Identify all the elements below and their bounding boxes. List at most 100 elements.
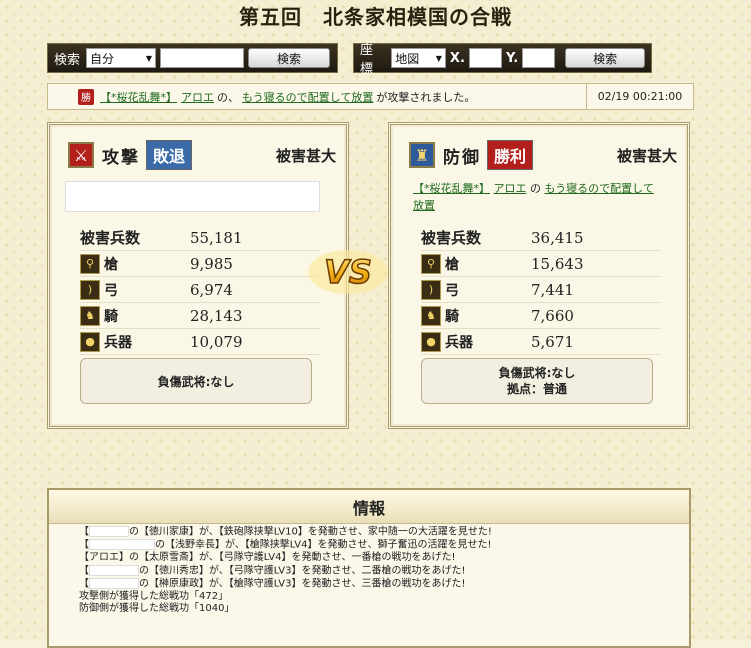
player-link[interactable]: アロエ xyxy=(181,89,214,105)
unit-name: 槍 xyxy=(104,256,118,273)
coordinate-bar: 座標 地図 ▼ X. Y. 検索 xyxy=(353,43,652,77)
page-title: 第五回 北条家相模国の合戦 xyxy=(239,5,512,29)
siege-icon: ● xyxy=(421,331,441,352)
injured-generals: 負傷武将:なし xyxy=(157,374,235,389)
attack-stats: 被害兵数 55,181 ⚲ 槍 9,985 ) 弓 6,974 ♞ 騎 28,1… xyxy=(80,225,320,355)
unit-row: ) 弓 6,974 xyxy=(80,277,320,303)
total-losses-row: 被害兵数 36,415 xyxy=(421,225,661,251)
map-select-value: 地図 xyxy=(395,51,420,66)
search-input[interactable] xyxy=(160,48,245,68)
total-losses-value: 36,415 xyxy=(531,228,584,247)
log-bracket: 【 xyxy=(79,565,89,576)
spear-icon: ⚲ xyxy=(421,253,441,274)
unit-value: 15,643 xyxy=(531,254,584,273)
horse-icon: ♞ xyxy=(80,305,100,326)
log-line: 【 の【浅野幸長】が、【槍隊挟撃LV4】を発動させ、獅子奮迅の活躍を見せた! xyxy=(79,539,689,552)
damage-level: 被害甚大 xyxy=(616,146,677,165)
total-losses-value: 55,181 xyxy=(190,228,243,247)
log-line: 【 の【徳川秀忠】が、【弓隊守護LV3】を発動させ、二番槍の戦功をあげた! xyxy=(79,564,689,578)
search-select-value: 自分 xyxy=(90,51,115,66)
unit-name: 弓 xyxy=(445,282,459,299)
alliance-link[interactable]: 【*桜花乱舞*】 xyxy=(413,182,490,195)
crossed-swords-icon: ⚔ xyxy=(68,142,94,168)
alliance-link[interactable]: 【*桜花乱舞*】 xyxy=(100,89,177,105)
search-button[interactable]: 検索 xyxy=(248,48,331,68)
log-line: 【 の【榊原康政】が、【槍隊守護LV3】を発動させ、三番槍の戦功をあげた! xyxy=(79,577,689,591)
search-select[interactable]: 自分 ▼ xyxy=(86,48,157,68)
unit-row: ● 兵器 10,079 xyxy=(80,329,320,355)
defender-names: 【*桜花乱舞*】 アロエ の もう寝るので配置して放置 xyxy=(413,180,663,214)
notice-text: の、 xyxy=(217,90,239,104)
damage-level: 被害甚大 xyxy=(275,146,336,165)
unit-row: ♞ 騎 28,143 xyxy=(80,303,320,329)
redacted-name xyxy=(89,539,155,550)
vs-badge: VS xyxy=(308,250,388,294)
log-line: 【 の【徳川家康】が、【鉄砲隊挟撃LV10】を発動させ、家中随一の大活躍を見せた! xyxy=(79,526,689,539)
unit-value: 6,974 xyxy=(190,280,233,299)
bow-icon: ) xyxy=(80,279,100,300)
player-link[interactable]: アロエ xyxy=(494,182,527,195)
chevron-down-icon: ▼ xyxy=(145,53,153,63)
unit-row: ♞ 騎 7,660 xyxy=(421,303,661,329)
siege-icon: ● xyxy=(80,331,100,352)
unit-name: 騎 xyxy=(104,308,118,325)
base-status: 拠点：普通 xyxy=(506,382,567,396)
defense-role: 防御 xyxy=(443,147,481,168)
coordinate-label: 座標 xyxy=(360,43,374,77)
y-input[interactable] xyxy=(522,48,556,68)
defense-panel: ♜ 防御 勝利 被害甚大 【*桜花乱舞*】 アロエ の もう寝るので配置して放置… xyxy=(388,122,690,429)
coordinate-search-button[interactable]: 検索 xyxy=(565,48,646,68)
log-line: 【アロエ】の【太原雪斎】が、【弓隊守護LV4】を発動させ、一番槍の戦功をあげた! xyxy=(79,552,456,563)
battle-notice: 勝 【*桜花乱舞*】 アロエ の、 もう寝るので配置して放置 が攻撃されました。… xyxy=(47,83,694,110)
y-label: Y. xyxy=(505,50,519,66)
log-text: の【浅野幸長】が、【槍隊挟撃LV4】を発動させ、獅子奮迅の活躍を見せた! xyxy=(155,539,492,551)
result-badge: 敗退 xyxy=(146,140,193,170)
unit-row: ⚲ 槍 15,643 xyxy=(421,251,661,277)
attack-panel: ⚔ 攻撃 敗退 被害甚大 被害兵数 55,181 ⚲ 槍 9,985 ) 弓 6… xyxy=(47,122,349,429)
result-badge: 勝利 xyxy=(487,140,534,170)
log-text: の【榊原康政】が、【槍隊守護LV3】を発動させ、三番槍の戦功をあげた! xyxy=(139,578,466,589)
total-losses-label: 被害兵数 xyxy=(80,229,141,247)
injured-generals-box: 負傷武将:なし xyxy=(80,358,312,404)
unit-name: 兵器 xyxy=(445,334,473,351)
unit-value: 7,441 xyxy=(531,280,574,299)
log-bracket: 【 xyxy=(79,578,89,589)
unit-name: 槍 xyxy=(445,256,459,273)
unit-value: 5,671 xyxy=(531,332,574,351)
notice-text: が攻撃されました。 xyxy=(376,90,476,104)
target-link[interactable]: もう寝るので配置して放置 xyxy=(242,89,373,105)
unit-value: 9,985 xyxy=(190,254,233,273)
chevron-down-icon: ▼ xyxy=(435,53,442,63)
battle-log: 【 の【徳川家康】が、【鉄砲隊挟撃LV10】を発動させ、家中随一の大活躍を見せた!… xyxy=(49,524,689,616)
vs-text: VS xyxy=(324,253,372,291)
castle-icon: ♜ xyxy=(409,142,435,168)
victory-badge: 勝 xyxy=(78,88,94,105)
defense-stats: 被害兵数 36,415 ⚲ 槍 15,643 ) 弓 7,441 ♞ 騎 7,6… xyxy=(421,225,661,355)
unit-name: 兵器 xyxy=(104,334,132,351)
total-losses-label: 被害兵数 xyxy=(421,229,482,247)
info-panel: 情報 【 の【徳川家康】が、【鉄砲隊挟撃LV10】を発動させ、家中随一の大活躍を見… xyxy=(47,488,691,648)
info-title: 情報 xyxy=(49,490,689,524)
search-label: 検索 xyxy=(54,52,81,68)
unit-row: ) 弓 7,441 xyxy=(421,277,661,303)
attack-header: ⚔ 攻撃 敗退 被害甚大 xyxy=(68,139,336,171)
search-bar: 検索 自分 ▼ 検索 xyxy=(47,43,338,73)
x-input[interactable] xyxy=(468,48,502,68)
unit-row: ● 兵器 5,671 xyxy=(421,329,661,355)
attack-role: 攻撃 xyxy=(102,147,140,168)
defense-header: ♜ 防御 勝利 被害甚大 xyxy=(409,139,677,171)
bow-icon: ) xyxy=(421,279,441,300)
log-bracket: 【 xyxy=(79,539,89,551)
redacted-name xyxy=(89,577,139,589)
unit-name: 騎 xyxy=(445,308,459,325)
unit-value: 7,660 xyxy=(531,306,574,325)
map-select[interactable]: 地図 ▼ xyxy=(391,48,446,68)
log-line: 攻撃側が獲得した総戦功「472」 xyxy=(79,590,229,602)
unit-row: ⚲ 槍 9,985 xyxy=(80,251,320,277)
x-label: X. xyxy=(449,50,465,66)
log-text: の【徳川家康】が、【鉄砲隊挟撃LV10】を発動させ、家中随一の大活躍を見せた! xyxy=(129,526,492,538)
notice-datetime: 02/19 00:21:00 xyxy=(586,84,693,109)
unit-value: 10,079 xyxy=(190,332,243,351)
attacker-name-box xyxy=(65,181,320,212)
unit-value: 28,143 xyxy=(190,306,243,325)
